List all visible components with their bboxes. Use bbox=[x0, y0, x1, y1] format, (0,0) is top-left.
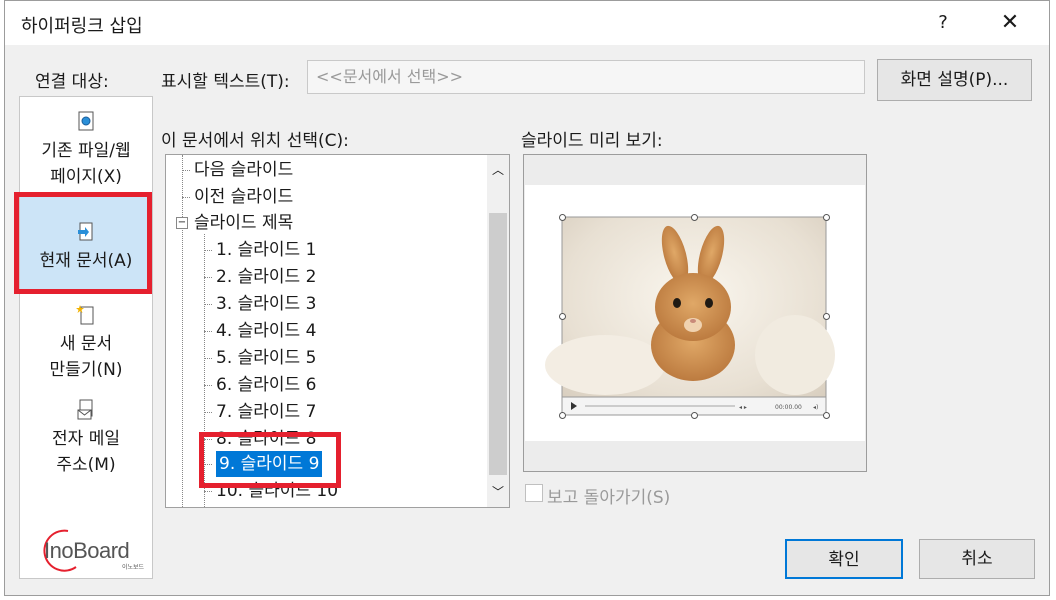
place-in-document-label: 이 문서에서 위치 선택(C): bbox=[161, 131, 349, 151]
sidebar-item-existing-file[interactable]: 기존 파일/웹 페이지(X) bbox=[20, 111, 152, 190]
tree-connector bbox=[204, 491, 212, 492]
collapse-toggle[interactable]: − bbox=[176, 217, 188, 229]
rabbit-video-thumbnail: ◂ ▸ 00:00.00 ◂) bbox=[545, 216, 835, 416]
slide-preview-canvas: ◂ ▸ 00:00.00 ◂) bbox=[525, 185, 865, 441]
sidebar-item-label: 주소(M) bbox=[56, 455, 116, 475]
sidebar-item-new-document[interactable]: 새 문서 만들기(N) bbox=[20, 304, 152, 383]
tree-item[interactable]: 7. 슬라이드 7 bbox=[216, 399, 316, 425]
new-doc-icon bbox=[76, 305, 94, 325]
tree-connector bbox=[204, 358, 212, 359]
resize-handle bbox=[691, 214, 698, 221]
cancel-button[interactable]: 취소 bbox=[919, 539, 1035, 579]
slide-preview-label: 슬라이드 미리 보기: bbox=[521, 131, 663, 151]
file-web-icon bbox=[78, 111, 94, 131]
video-time: 00:00.00 bbox=[775, 404, 802, 411]
tree-connector bbox=[204, 304, 212, 305]
svg-text:◂): ◂) bbox=[813, 404, 818, 411]
tree-connector bbox=[204, 412, 212, 413]
highlight-annotation-current-doc bbox=[14, 192, 152, 294]
tree-line bbox=[182, 155, 183, 507]
sidebar-item-label: 만들기(N) bbox=[49, 360, 123, 380]
svg-text:InoBoard: InoBoard bbox=[44, 538, 129, 563]
show-and-return-checkbox[interactable] bbox=[525, 484, 543, 502]
resize-handle bbox=[559, 214, 566, 221]
inoboard-logo: InoBoard 이노보드 bbox=[42, 527, 152, 573]
tree-item[interactable]: 1. 슬라이드 1 bbox=[216, 237, 316, 263]
close-button[interactable]: ✕ bbox=[988, 7, 1032, 39]
tree-item[interactable]: 다음 슬라이드 bbox=[194, 157, 293, 183]
tree-connector bbox=[182, 170, 190, 171]
svg-text:◂ ▸: ◂ ▸ bbox=[739, 404, 747, 411]
email-icon bbox=[77, 399, 93, 420]
display-text-label: 표시할 텍스트(T): bbox=[161, 72, 290, 92]
tree-scrollbar[interactable]: ︿ ﹀ bbox=[487, 155, 509, 507]
scroll-down-icon[interactable]: ﹀ bbox=[492, 483, 504, 500]
resize-handle bbox=[691, 412, 698, 419]
scroll-up-icon[interactable]: ︿ bbox=[492, 161, 504, 178]
sidebar-item-label: 새 문서 bbox=[59, 334, 113, 354]
show-and-return-label: 보고 돌아가기(S) bbox=[547, 488, 671, 508]
tree-item[interactable]: 2. 슬라이드 2 bbox=[216, 264, 316, 290]
inoboard-logo-graphic: InoBoard 이노보드 bbox=[43, 529, 145, 572]
tree-connector bbox=[182, 197, 190, 198]
sidebar-item-label: 페이지(X) bbox=[50, 167, 122, 187]
tree-item[interactable]: 3. 슬라이드 3 bbox=[216, 291, 316, 317]
link-to-sidebar: 기존 파일/웹 페이지(X) 현재 문서(A) 새 문서 만들기(N) 전자 메… bbox=[19, 96, 153, 579]
resize-handle bbox=[823, 412, 830, 419]
scroll-thumb[interactable] bbox=[489, 213, 507, 475]
tree-item[interactable]: 슬라이드 제목 bbox=[194, 210, 293, 236]
sidebar-item-label: 전자 메일 bbox=[52, 429, 120, 449]
highlight-annotation-slide-9 bbox=[199, 432, 341, 488]
slide-preview-pane: ◂ ▸ 00:00.00 ◂) bbox=[523, 154, 867, 472]
tree-item[interactable]: 4. 슬라이드 4 bbox=[216, 318, 316, 344]
tree-item[interactable]: 6. 슬라이드 6 bbox=[216, 372, 316, 398]
tree-connector bbox=[204, 277, 212, 278]
sidebar-item-label: 기존 파일/웹 bbox=[41, 141, 131, 161]
tree-connector bbox=[204, 385, 212, 386]
link-to-label: 연결 대상: bbox=[35, 72, 109, 92]
help-button[interactable]: ? bbox=[923, 7, 963, 39]
ok-button[interactable]: 확인 bbox=[785, 539, 903, 579]
svg-text:이노보드: 이노보드 bbox=[122, 563, 145, 571]
tree-connector bbox=[204, 331, 212, 332]
tree-connector bbox=[204, 250, 212, 251]
resize-handle bbox=[559, 313, 566, 320]
sidebar-item-email[interactable]: 전자 메일 주소(M) bbox=[20, 399, 152, 478]
tree-item[interactable]: 5. 슬라이드 5 bbox=[216, 345, 316, 371]
resize-handle bbox=[823, 214, 830, 221]
dialog-title: 하이퍼링크 삽입 bbox=[21, 16, 143, 37]
title-bar: 하이퍼링크 삽입 ? ✕ bbox=[5, 1, 1049, 45]
resize-handle bbox=[559, 412, 566, 419]
tree-item[interactable]: 이전 슬라이드 bbox=[194, 184, 293, 210]
insert-hyperlink-dialog: 하이퍼링크 삽입 ? ✕ 연결 대상: 표시할 텍스트(T): <<문서에서 선… bbox=[4, 0, 1050, 596]
display-text-field[interactable]: <<문서에서 선택>> bbox=[307, 60, 865, 94]
resize-handle bbox=[823, 313, 830, 320]
screentip-button[interactable]: 화면 설명(P)... bbox=[877, 59, 1032, 101]
